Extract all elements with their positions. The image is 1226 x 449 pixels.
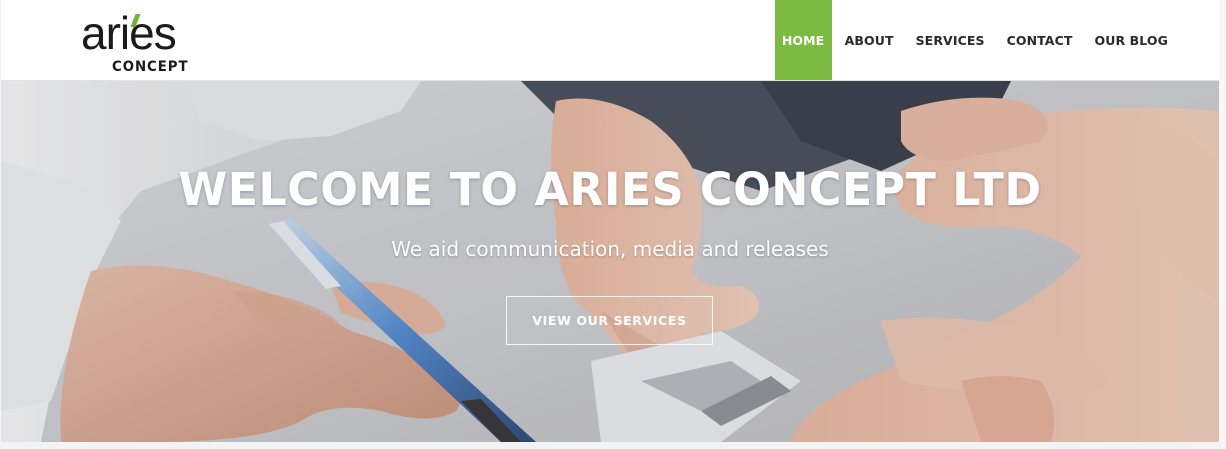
- hero-subtitle: We aid communication, media and releases: [391, 237, 829, 261]
- nav-item-about[interactable]: ABOUT: [834, 0, 905, 80]
- hero-title: WELCOME TO ARIES CONCEPT LTD: [178, 163, 1042, 216]
- view-our-services-button[interactable]: VIEW OUR SERVICES: [506, 296, 713, 345]
- hero-banner: WELCOME TO ARIES CONCEPT LTD We aid comm…: [1, 81, 1219, 442]
- site-logo[interactable]: aries CONCEPT: [81, 10, 201, 80]
- nav-item-services[interactable]: SERVICES: [905, 0, 996, 80]
- nav-item-contact[interactable]: CONTACT: [996, 0, 1084, 80]
- nav-item-our-blog[interactable]: OUR BLOG: [1084, 0, 1180, 80]
- page-bottom-strip: [0, 442, 1226, 449]
- page-right-edge: [1219, 0, 1226, 449]
- logo-wordmark: aries: [81, 7, 177, 59]
- nav-item-home[interactable]: HOME: [774, 0, 832, 80]
- logo-subtitle: CONCEPT: [112, 59, 189, 75]
- site-header: aries CONCEPT HOME ABOUT SERVICES CONTAC…: [1, 0, 1219, 81]
- hero-overlay: [1, 81, 1219, 442]
- main-navigation: HOME ABOUT SERVICES CONTACT OUR BLOG: [774, 0, 1180, 80]
- page: aries CONCEPT HOME ABOUT SERVICES CONTAC…: [0, 0, 1226, 449]
